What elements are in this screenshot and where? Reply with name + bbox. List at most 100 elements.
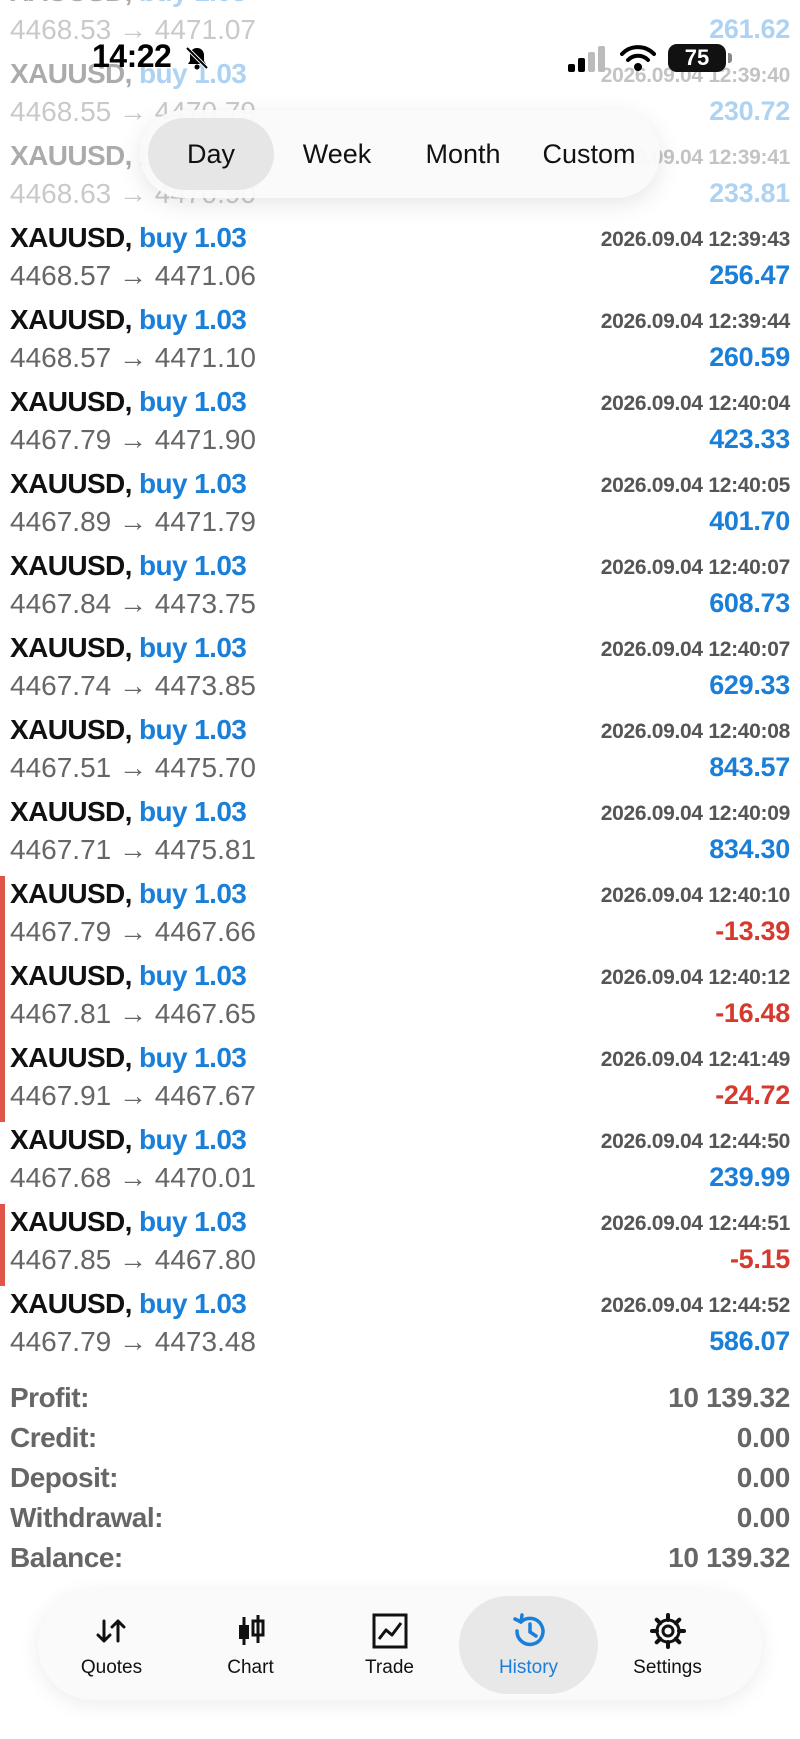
deal-profit: 230.72 xyxy=(709,96,790,126)
deal-profit: 256.47 xyxy=(709,260,790,290)
deal-prices: 4468.57 → 4471.06 xyxy=(10,260,256,292)
deal-side-volume: buy 1.03 xyxy=(139,550,247,581)
open-price: 4467.79 xyxy=(10,1326,112,1357)
loss-indicator xyxy=(0,958,5,1040)
tab-month[interactable]: Month xyxy=(400,118,526,190)
close-price: 4471.07 xyxy=(154,14,256,45)
summary-balance: Balance: 10 139.32 xyxy=(0,1540,800,1580)
arrow-icon: → xyxy=(119,1080,147,1111)
history-clock-icon xyxy=(512,1613,545,1647)
deal-row[interactable]: XAUUSD, buy 1.03 2026.09.04 12:40:07 4467.… xyxy=(0,548,800,630)
deal-symbol: XAUUSD, buy 1.03 xyxy=(10,714,247,746)
deal-side-volume: buy 1.03 xyxy=(139,1206,247,1237)
deal-time: 2026.09.04 12:40:07 xyxy=(600,556,791,579)
arrow-icon: → xyxy=(119,752,147,783)
deal-prices: 4467.74 → 4473.85 xyxy=(10,670,256,702)
deal-side-volume: buy 1.03 xyxy=(139,796,247,827)
symbol-name: XAUUSD, xyxy=(10,632,132,663)
history-summary: Profit: 10 139.32 Credit: 0.00 Deposit: … xyxy=(0,1380,800,1580)
deal-profit: 608.73 xyxy=(709,588,790,618)
deal-symbol: XAUUSD, buy 1.03 xyxy=(10,58,247,90)
close-price: 4467.67 xyxy=(154,1080,256,1111)
open-price: 4468.63 xyxy=(10,178,112,209)
tab-settings[interactable]: Settings xyxy=(598,1596,737,1694)
deal-side-volume: buy 1.03 xyxy=(139,632,247,663)
deal-row[interactable]: XAUUSD, buy 1.03 2026.09.04 12:40:04 4467.… xyxy=(0,384,800,466)
close-price: 4475.70 xyxy=(154,752,256,783)
summary-label: Credit: xyxy=(10,1422,97,1453)
summary-value: 0.00 xyxy=(736,1422,791,1453)
open-price: 4467.91 xyxy=(10,1080,112,1111)
deal-row[interactable]: XAUUSD, buy 1.03 2026.09.04 12:44:50 4467.… xyxy=(0,1122,800,1204)
deal-profit: -24.72 xyxy=(715,1080,790,1110)
symbol-name: XAUUSD, xyxy=(10,1288,132,1319)
deal-side-volume: buy 1.03 xyxy=(139,1042,247,1073)
close-price: 4467.80 xyxy=(154,1244,256,1275)
deal-side-volume: buy 1.03 xyxy=(139,58,247,89)
summary-label: Profit: xyxy=(10,1382,89,1413)
deal-symbol: XAUUSD, buy 1.03 xyxy=(10,1042,247,1074)
deal-symbol: XAUUSD, buy 1.03 xyxy=(10,304,247,336)
symbol-name: XAUUSD, xyxy=(10,0,132,7)
deal-time: 2026.09.04 12:39:40 xyxy=(600,64,791,87)
deal-row[interactable]: XAUUSD, buy 1.03 2026.09.04 12:40:07 4467.… xyxy=(0,630,800,712)
deal-prices: 4467.89 → 4471.79 xyxy=(10,506,256,538)
deal-row[interactable]: XAUUSD, buy 1.03 2026.09.04 12:44:51 4467.… xyxy=(0,1204,800,1286)
tab-week[interactable]: Week xyxy=(274,118,400,190)
symbol-name: XAUUSD, xyxy=(10,58,132,89)
deal-symbol: XAUUSD, buy 1.03 xyxy=(10,222,247,254)
open-price: 4468.55 xyxy=(10,96,112,127)
tab-trade[interactable]: Trade xyxy=(320,1596,459,1694)
deal-row[interactable]: XAUUSD, buy 1.03 2026.09.04 12:39:43 4468.… xyxy=(0,220,800,302)
deal-time: 2026.09.04 12:39:44 xyxy=(600,310,791,333)
close-price: 4473.85 xyxy=(154,670,256,701)
summary-profit: Profit: 10 139.32 xyxy=(0,1380,800,1420)
symbol-name: XAUUSD, xyxy=(10,1042,132,1073)
deal-time: 2026.09.04 12:39:40 xyxy=(601,0,791,6)
tab-history[interactable]: History xyxy=(459,1596,598,1694)
deal-prices: 4467.91 → 4467.67 xyxy=(10,1080,256,1112)
deal-row[interactable]: XAUUSD, buy 1.03 2026.09.04 12:40:12 4467.… xyxy=(0,958,800,1040)
deal-side-volume: buy 1.03 xyxy=(139,960,247,991)
close-price: 4470.01 xyxy=(154,1162,256,1193)
deal-side-volume: buy 1.03 xyxy=(139,222,247,253)
deal-prices: 4467.51 → 4475.70 xyxy=(10,752,256,784)
candlestick-icon xyxy=(238,1615,264,1645)
deal-symbol: XAUUSD, buy 1.03 xyxy=(10,632,247,664)
close-price: 4475.81 xyxy=(154,834,256,865)
arrow-icon: → xyxy=(119,916,147,947)
deal-row[interactable]: XAUUSD, buy 1.03 2026.09.04 12:40:10 4467.… xyxy=(0,876,800,958)
tab-chart[interactable]: Chart xyxy=(181,1596,320,1694)
summary-value: 0.00 xyxy=(736,1502,791,1533)
tab-quotes[interactable]: Quotes xyxy=(42,1596,181,1694)
deal-row[interactable]: XAUUSD, buy 1.03 2026.09.04 12:40:09 4467.… xyxy=(0,794,800,876)
deal-row[interactable]: XAUUSD, buy 1.03 2026.09.04 12:40:08 4467.… xyxy=(0,712,800,794)
summary-label: Withdrawal: xyxy=(10,1502,163,1533)
open-price: 4468.57 xyxy=(10,342,112,373)
tab-label: Settings xyxy=(633,1657,702,1678)
deal-time: 2026.09.04 12:40:05 xyxy=(600,474,791,497)
deal-profit: -5.15 xyxy=(729,1244,790,1274)
deal-row[interactable]: XAUUSD, buy 1.03 2026.09.04 12:40:05 4467.… xyxy=(0,466,800,548)
deal-side-volume: buy 1.03 xyxy=(139,714,247,745)
tab-label: History xyxy=(498,1657,559,1678)
deal-time: 2026.09.04 12:44:51 xyxy=(600,1212,791,1235)
arrow-icon: → xyxy=(119,588,147,619)
open-price: 4467.74 xyxy=(10,670,112,701)
summary-withdrawal: Withdrawal: 0.00 xyxy=(0,1500,800,1540)
deal-row[interactable]: XAUUSD, buy 1.03 2026.09.04 12:44:52 4467.… xyxy=(0,1286,800,1368)
summary-deposit: Deposit: 0.00 xyxy=(0,1460,800,1500)
deal-prices: 4467.79 → 4467.66 xyxy=(10,916,256,948)
deal-profit: 423.33 xyxy=(709,424,790,454)
deal-profit: 629.33 xyxy=(709,670,790,700)
deal-row[interactable]: XAUUSD, buy 1.03 2026.09.04 12:39:44 4468.… xyxy=(0,302,800,384)
deal-profit: 239.99 xyxy=(709,1162,790,1192)
deal-time: 2026.09.04 12:40:08 xyxy=(600,720,791,743)
deal-row[interactable]: XAUUSD, buy 1.03 2026.09.04 12:39:40 4468.… xyxy=(0,0,800,56)
arrow-icon: → xyxy=(119,342,147,373)
tab-custom[interactable]: Custom xyxy=(526,118,652,190)
deal-row[interactable]: XAUUSD, buy 1.03 2026.09.04 12:41:49 4467.… xyxy=(0,1040,800,1122)
open-price: 4467.79 xyxy=(10,916,112,947)
tab-day[interactable]: Day xyxy=(148,118,274,190)
symbol-name: XAUUSD, xyxy=(10,878,132,909)
